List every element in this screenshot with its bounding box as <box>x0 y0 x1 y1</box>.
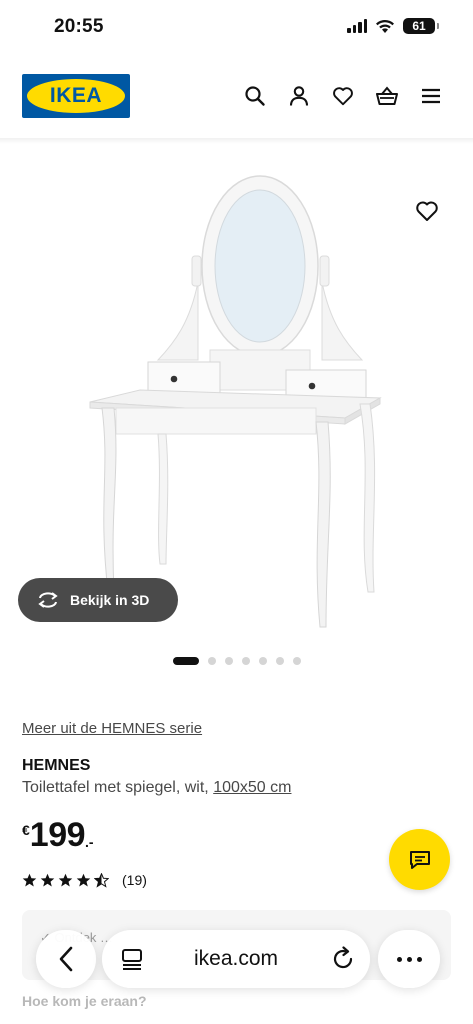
carousel-indicator <box>0 657 473 665</box>
address-bar[interactable]: ikea.com <box>102 930 370 988</box>
product-image <box>89 175 382 628</box>
product-description: Toilettafel met spiegel, wit, 100x50 cm <box>22 779 291 797</box>
cellular-signal-icon <box>347 19 367 33</box>
battery-icon: 61 <box>403 18 439 34</box>
basket-icon[interactable] <box>375 84 399 108</box>
search-icon[interactable] <box>243 84 267 108</box>
heart-icon <box>416 201 438 221</box>
logo-text: IKEA <box>49 84 103 107</box>
ikea-logo[interactable]: IKEA <box>22 74 130 118</box>
availability-heading: Hoe kom je eraan? <box>22 993 147 1009</box>
chat-button[interactable] <box>389 829 450 890</box>
carousel-dot-active[interactable] <box>172 657 199 665</box>
product-gallery[interactable]: Bekijk in 3D <box>0 150 473 640</box>
header-actions <box>243 84 443 108</box>
star-full-icon <box>76 873 91 886</box>
carousel-dot[interactable] <box>292 657 301 665</box>
carousel-dot[interactable] <box>224 657 233 665</box>
price-currency: € <box>22 822 30 838</box>
status-bar: 20:55 61 <box>0 0 473 58</box>
more-dot <box>406 956 412 962</box>
status-icons: 61 <box>347 18 439 34</box>
product-type: Toilettafel met spiegel, wit, <box>22 779 209 796</box>
more-dot <box>416 956 422 962</box>
product-price: € 199 .- <box>22 818 94 852</box>
rotate-3d-icon <box>38 592 58 608</box>
browser-more-button[interactable] <box>378 930 440 988</box>
product-name: HEMNES <box>22 757 91 774</box>
product-rating[interactable]: (19) <box>22 872 147 888</box>
site-header: IKEA <box>0 70 473 126</box>
menu-icon[interactable] <box>419 84 443 108</box>
star-half-icon <box>94 872 109 888</box>
more-dot <box>396 956 402 962</box>
account-icon[interactable] <box>287 84 311 108</box>
view-3d-button[interactable]: Bekijk in 3D <box>18 578 178 622</box>
price-suffix: .- <box>85 834 94 850</box>
browser-back-button[interactable] <box>36 930 96 988</box>
series-link[interactable]: Meer uit de HEMNES serie <box>22 720 202 737</box>
reload-icon[interactable] <box>330 946 356 972</box>
heart-icon[interactable] <box>331 84 355 108</box>
carousel-dot[interactable] <box>207 657 216 665</box>
price-amount: 199 <box>29 816 86 854</box>
chat-icon <box>409 850 430 869</box>
header-divider <box>0 138 473 144</box>
carousel-dot[interactable] <box>258 657 267 665</box>
chevron-left-icon <box>59 946 73 972</box>
wifi-icon <box>376 19 394 33</box>
star-full-icon <box>40 873 55 886</box>
carousel-dot[interactable] <box>241 657 250 665</box>
review-count: (19) <box>122 872 147 888</box>
star-full-icon <box>22 873 37 886</box>
carousel-dot[interactable] <box>275 657 284 665</box>
battery-level: 61 <box>412 19 426 33</box>
status-time: 20:55 <box>54 16 104 37</box>
product-dimensions-link[interactable]: 100x50 cm <box>213 779 291 796</box>
view-3d-label: Bekijk in 3D <box>70 592 150 608</box>
star-full-icon <box>58 873 73 886</box>
favourite-button[interactable] <box>415 200 439 224</box>
